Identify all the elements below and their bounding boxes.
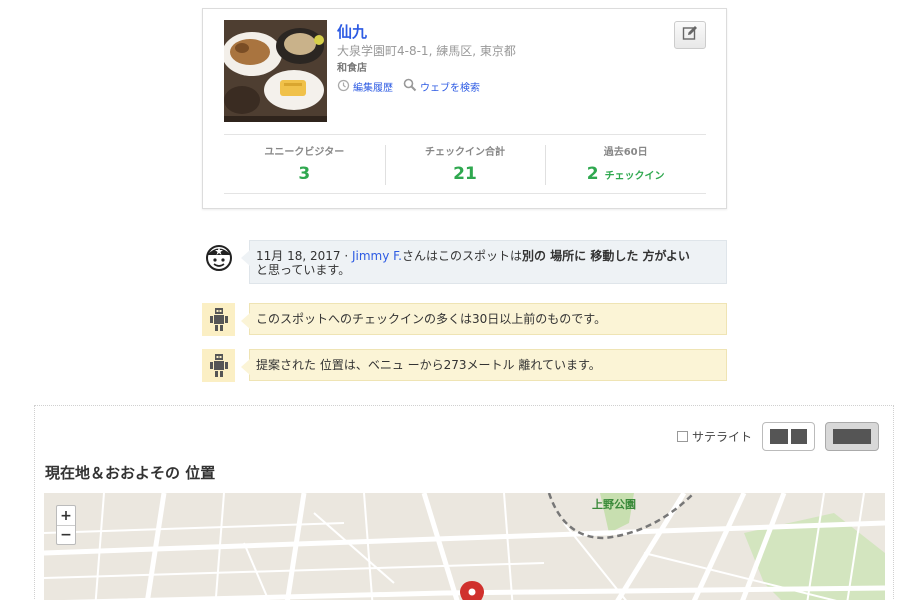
stat-value: 21 bbox=[453, 164, 477, 184]
venue-photo[interactable] bbox=[224, 20, 327, 122]
flag-robot-old-checkins: このスポットへのチェックインの多くは30日以上前のものです。 bbox=[202, 303, 727, 336]
flag-text: さんはこのスポットは bbox=[401, 249, 522, 263]
park-label: 上野公園 bbox=[592, 498, 636, 511]
edit-icon bbox=[682, 25, 698, 45]
flag-bubble: 11月 18, 2017 · Jimmy F.さんはこのスポットは別の 場所に … bbox=[241, 240, 727, 284]
flag-text-end: と思っています。 bbox=[256, 263, 351, 277]
robot-avatar bbox=[202, 349, 235, 382]
satellite-checkbox[interactable] bbox=[676, 431, 688, 442]
zoom-control: + − bbox=[56, 505, 76, 545]
web-search-link[interactable]: ウェブを検索 bbox=[403, 78, 480, 95]
robot-icon bbox=[209, 307, 228, 331]
user-avatar[interactable] bbox=[202, 240, 235, 273]
history-icon bbox=[337, 79, 350, 95]
map-controls: サテライト bbox=[676, 422, 879, 451]
flag-user-link[interactable]: Jimmy F. bbox=[352, 249, 402, 263]
stat-label: チェックイン合計 bbox=[425, 147, 505, 158]
stat-label: ユニークビジター bbox=[264, 147, 345, 158]
flag-user-move: 11月 18, 2017 · Jimmy F.さんはこのスポットは別の 場所に … bbox=[202, 240, 727, 284]
stat-value: 3 bbox=[298, 164, 311, 184]
edit-button[interactable] bbox=[674, 21, 706, 49]
user-avatar-icon bbox=[205, 244, 232, 271]
flag-date: 11月 18, 2017 · bbox=[256, 249, 349, 263]
split-layout-icon bbox=[770, 429, 788, 444]
map-canvas[interactable]: 上野公園 + − bbox=[44, 493, 885, 600]
stat-last-60-days: 過去60日 2 チェックイン bbox=[545, 135, 706, 193]
flag-bubble: 提案された 位置は、ベニュ ーから273メートル 離れています。 bbox=[241, 349, 727, 381]
full-layout-button[interactable] bbox=[825, 422, 879, 451]
flag-strong-text: 別の 場所に 移動した 方がよい bbox=[521, 249, 690, 263]
stat-total-checkins: チェックイン合計 21 bbox=[384, 135, 546, 193]
map-section: サテライト 現在地＆おおよその 位置 上野公園 + − bbox=[34, 405, 894, 600]
edit-history-label: 編集履歴 bbox=[353, 83, 393, 94]
stats-row: ユニークビジター 3 チェックイン合計 21 過去60日 2 チェックイン bbox=[224, 134, 706, 194]
satellite-toggle[interactable]: サテライト bbox=[676, 428, 752, 445]
robot-avatar bbox=[202, 303, 235, 336]
zoom-in-button[interactable]: + bbox=[57, 506, 75, 525]
venue-name[interactable]: 仙九 bbox=[337, 21, 367, 42]
venue-category: 和食店 bbox=[337, 63, 367, 74]
stat-label: 過去60日 bbox=[603, 147, 648, 158]
robot-icon bbox=[209, 353, 228, 377]
venue-address: 大泉学園町4-8-1, 練馬区, 東京都 bbox=[337, 44, 516, 58]
edit-history-link[interactable]: 編集履歴 bbox=[337, 78, 393, 95]
search-icon bbox=[403, 78, 417, 95]
venue-links: 編集履歴 ウェブを検索 bbox=[337, 78, 480, 95]
zoom-out-button[interactable]: − bbox=[57, 525, 75, 544]
map-title: 現在地＆おおよその 位置 bbox=[45, 464, 216, 482]
stat-suffix: チェックイン bbox=[604, 171, 665, 182]
satellite-label: サテライト bbox=[691, 430, 752, 444]
stat-value: 2 チェックイン bbox=[586, 164, 665, 184]
split-layout-button[interactable] bbox=[762, 422, 815, 451]
full-layout-icon bbox=[833, 429, 871, 444]
stat-unique-visitors: ユニークビジター 3 bbox=[224, 135, 385, 193]
venue-card: 仙九 大泉学園町4-8-1, 練馬区, 東京都 和食店 編集履歴 ウェブを検索 … bbox=[202, 8, 727, 209]
web-search-label: ウェブを検索 bbox=[420, 83, 480, 94]
flag-robot-distance: 提案された 位置は、ベニュ ーから273メートル 離れています。 bbox=[202, 349, 727, 382]
flag-bubble: このスポットへのチェックインの多くは30日以上前のものです。 bbox=[241, 303, 727, 335]
